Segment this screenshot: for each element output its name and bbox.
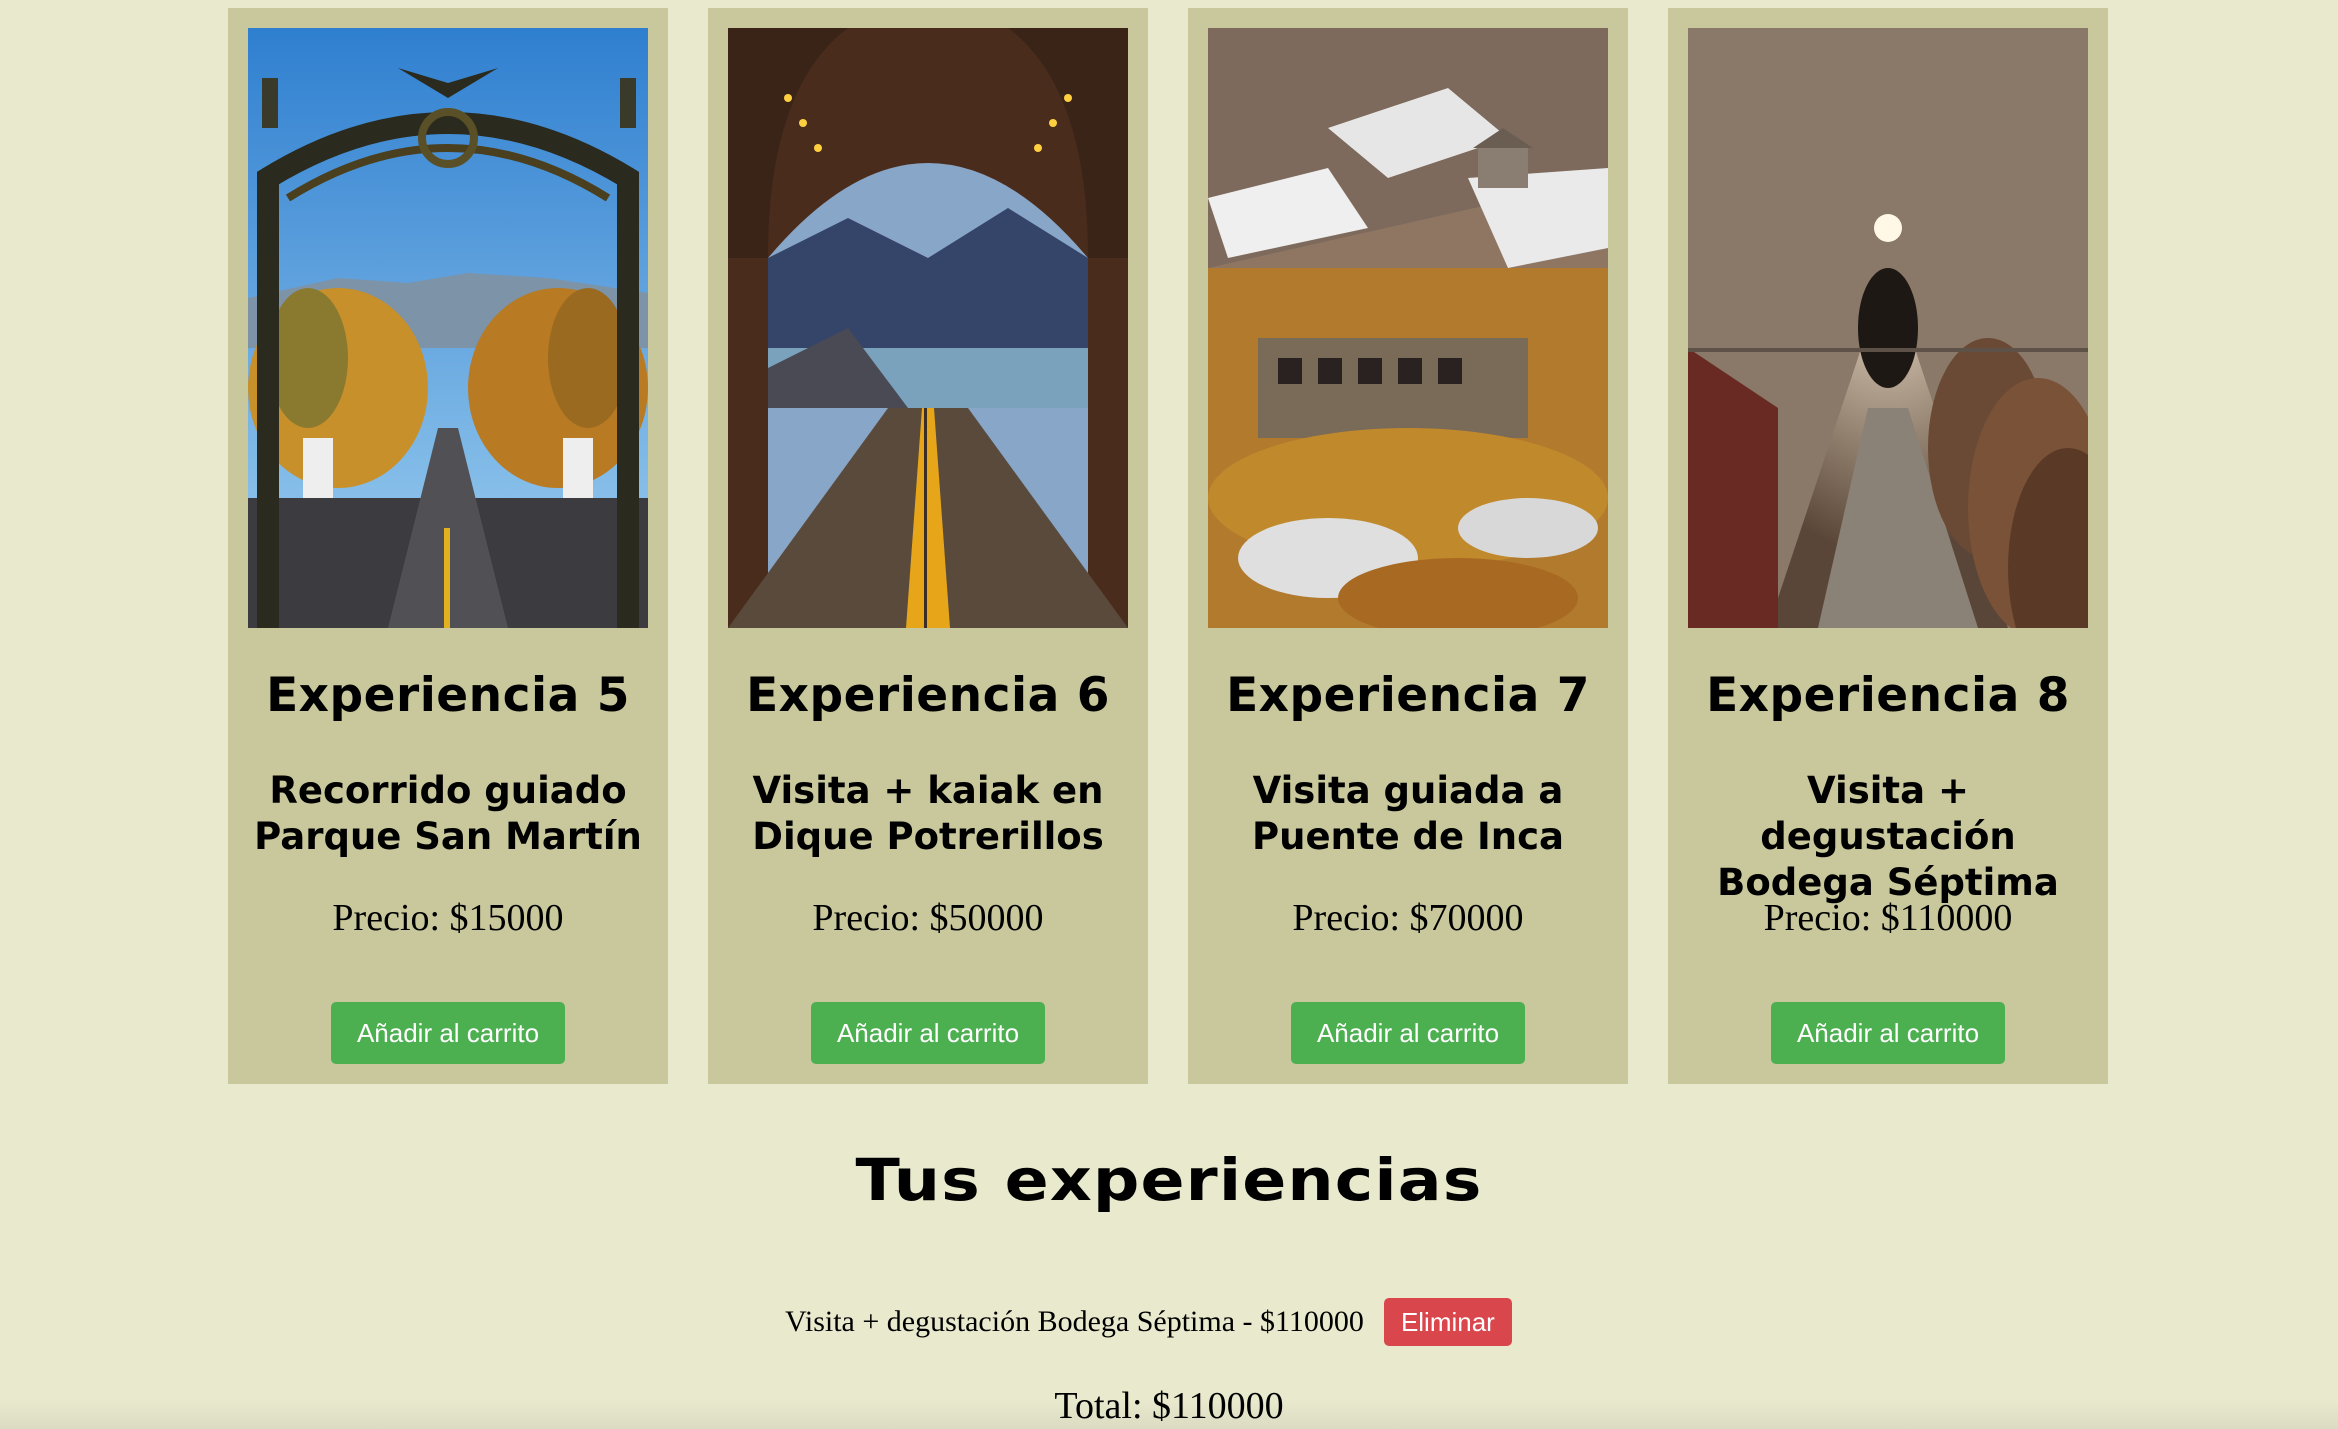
remove-item-button[interactable]: Eliminar [1383, 1298, 1512, 1346]
experience-card-8: Experiencia 8 Visita + degustación Bodeg… [1668, 8, 2108, 1084]
experience-price: Precio: $70000 [1292, 897, 1524, 939]
experience-grid: Experiencia 5 Recorrido guiado Parque Sa… [228, 8, 2108, 1084]
experience-card-7: Experiencia 7 Visita guiada a Puente de … [1188, 8, 1628, 1084]
add-to-cart-button[interactable]: Añadir al carrito [1771, 1002, 2005, 1064]
experience-price: Precio: $110000 [1763, 897, 2013, 939]
experience-description: Visita + kaiak en Dique Potrerillos [752, 769, 1104, 858]
add-to-cart-button[interactable]: Añadir al carrito [1291, 1002, 1525, 1064]
cart-item-text: Visita + degustación Bodega Séptima - $1… [785, 1305, 1364, 1338]
wine-cellar-photo [1688, 28, 2088, 628]
experience-title: Experiencia 8 [1706, 668, 2070, 723]
experience-price: Precio: $50000 [812, 897, 1044, 939]
experience-title: Experiencia 6 [746, 668, 1110, 723]
experience-title: Experiencia 7 [1226, 668, 1590, 723]
experience-price: Precio: $15000 [332, 897, 564, 939]
add-to-cart-button[interactable]: Añadir al carrito [331, 1002, 565, 1064]
experience-description: Visita + degustación Bodega Séptima [1717, 769, 2059, 904]
experience-card-6: Experiencia 6 Visita + kaiak en Dique Po… [708, 8, 1148, 1084]
experience-description: Recorrido guiado Parque San Martín [254, 769, 642, 858]
inca-bridge-photo [1208, 28, 1608, 628]
experience-description: Visita guiada a Puente de Inca [1251, 769, 1565, 858]
experience-card-5: Experiencia 5 Recorrido guiado Parque Sa… [228, 8, 668, 1084]
add-to-cart-button[interactable]: Añadir al carrito [811, 1002, 1045, 1064]
park-gate-photo [248, 28, 648, 628]
cart-title: Tus experiencias [855, 1146, 1483, 1214]
experience-title: Experiencia 5 [266, 668, 630, 723]
cart-total: Total: $110000 [1054, 1385, 1284, 1427]
tunnel-lake-photo [728, 28, 1128, 628]
cart-item: Visita + degustación Bodega Séptima - $1… [785, 1298, 1512, 1346]
